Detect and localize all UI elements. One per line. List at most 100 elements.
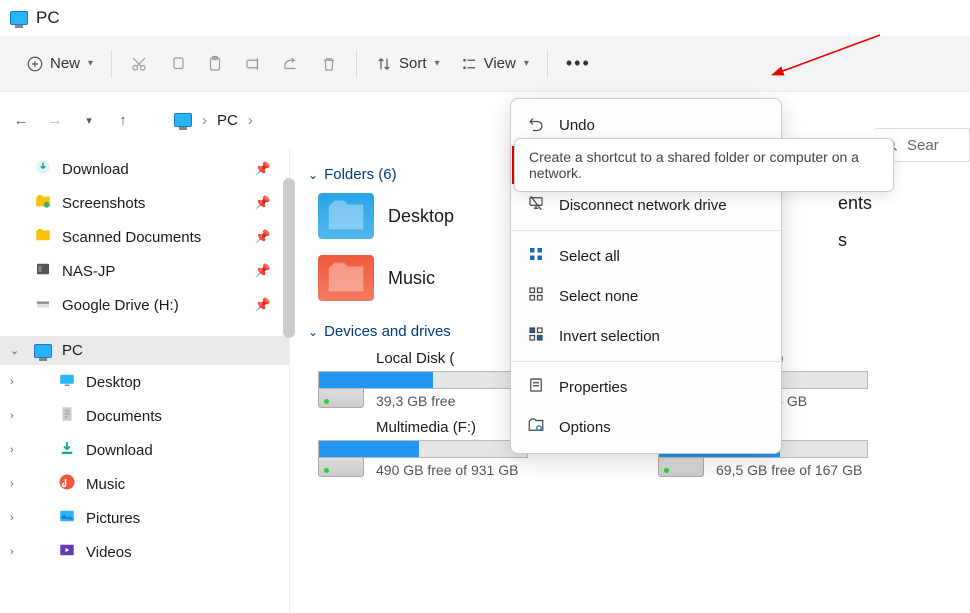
folder-tile-partial[interactable]: s [838,230,918,251]
download-icon [34,158,52,180]
chevron-right-icon[interactable]: › [10,444,14,456]
sidebar-pc-child[interactable]: › Desktop [0,365,289,399]
chevron-down-icon: ⌄ [308,168,318,182]
share-icon [282,55,300,73]
sidebar-pc-child[interactable]: › Videos [0,535,289,569]
sidebar-pc-child[interactable]: › Download [0,433,289,467]
cut-button[interactable] [120,49,158,79]
screenshots-icon [34,192,52,214]
menu-item-options[interactable]: Options [511,407,781,447]
pc-icon [10,11,28,25]
sidebar-item-label: Music [86,476,125,493]
sort-icon [375,55,393,73]
up-button[interactable]: ↑ [112,112,134,129]
pictures-icon [58,507,76,529]
chevron-right-icon[interactable]: › [10,478,14,490]
annotation-arrow [770,30,890,90]
sidebar-item-label: Pictures [86,510,140,527]
share-button[interactable] [272,49,310,79]
delete-button[interactable] [310,49,348,79]
sidebar-item-label: NAS-JP [62,263,115,280]
separator [111,50,112,78]
menu-item-properties[interactable]: Properties [511,367,781,407]
folders-header-label: Folders (6) [324,166,397,183]
menu-item-label: Select none [559,288,638,305]
menu-item-invert-selection[interactable]: Invert selection [511,316,781,356]
sidebar-item-label: Documents [86,408,162,425]
sidebar-quick-item[interactable]: Download 📌 [0,152,289,186]
disconnect-icon [527,194,545,216]
undo-icon [527,114,545,136]
menu-item-label: Options [559,419,611,436]
pc-icon [34,344,52,358]
folder-icon [318,255,374,301]
download2-icon [58,439,76,461]
sidebar-item-pc[interactable]: ⌄ PC [0,336,289,365]
sidebar-pc-child[interactable]: › Documents [0,399,289,433]
sidebar-item-label: Screenshots [62,195,145,212]
new-label: New [50,55,80,72]
selall-icon [527,245,545,267]
chevron-down-icon: ▾ [88,58,93,69]
sidebar-pc-child[interactable]: › Pictures [0,501,289,535]
sidebar-quick-item[interactable]: Google Drive (H:) 📌 [0,288,289,322]
pin-icon: 📌 [255,229,271,245]
menu-separator [511,361,781,362]
new-button[interactable]: New ▾ [16,49,103,79]
more-button[interactable]: ••• [556,47,601,80]
pin-icon: 📌 [255,195,271,211]
tooltip-text: Create a shortcut to a shared folder or … [529,149,859,181]
folder-tile-partial[interactable]: ents [838,193,918,214]
music-icon [58,473,76,495]
folder-label: s [838,230,847,251]
menu-item-label: Select all [559,248,620,265]
sidebar-item-label: Download [86,442,153,459]
gdrive-icon [34,294,52,316]
chevron-down-icon: ▾ [435,58,440,69]
paste-button[interactable] [196,49,234,79]
pc-icon [174,113,192,127]
plus-circle-icon [26,55,44,73]
back-button[interactable]: ← [10,112,32,129]
folder-label: Music [388,268,435,289]
menu-item-select-all[interactable]: Select all [511,236,781,276]
forward-button[interactable]: → [44,112,66,129]
sidebar-item-label: Google Drive (H:) [62,297,179,314]
folder-label: Desktop [388,206,454,227]
sidebar-pc-child[interactable]: › Music [0,467,289,501]
sidebar-item-label: Scanned Documents [62,229,201,246]
copy-icon [168,55,186,73]
folder-icon [318,193,374,239]
sidebar-quick-item[interactable]: NAS-JP 📌 [0,254,289,288]
chevron-right-icon[interactable]: › [10,410,14,422]
breadcrumb-pc[interactable]: PC [217,112,238,129]
chevron-down-icon: ⌄ [308,325,318,339]
drive-usage-bar [318,371,528,389]
copy-button[interactable] [158,49,196,79]
chevron-down-icon[interactable]: ⌄ [10,344,19,357]
chevron-right-icon[interactable]: › [10,512,14,524]
search-placeholder: Sear [907,137,939,154]
separator [547,50,548,78]
chevron-down-icon: ▾ [524,58,529,69]
chevron-right-icon: › [248,112,253,129]
selinv-icon [527,325,545,347]
pin-icon: 📌 [255,263,271,279]
chevron-right-icon[interactable]: › [10,546,14,558]
view-button[interactable]: View ▾ [450,49,539,79]
sort-button[interactable]: Sort ▾ [365,49,450,79]
view-icon [460,55,478,73]
recent-chevron-icon[interactable]: ▾ [78,114,100,127]
paste-icon [206,55,224,73]
breadcrumb[interactable]: › PC › [164,108,263,133]
sidebar-quick-item[interactable]: Scanned Documents 📌 [0,220,289,254]
sidebar: Download 📌 Screenshots 📌 Scanned Documen… [0,148,290,613]
sidebar-quick-item[interactable]: Screenshots 📌 [0,186,289,220]
sidebar-item-label: Download [62,161,129,178]
selnone-icon [527,285,545,307]
rename-button[interactable] [234,49,272,79]
options-icon [527,416,545,438]
menu-item-select-none[interactable]: Select none [511,276,781,316]
chevron-right-icon[interactable]: › [10,376,14,388]
props-icon [527,376,545,398]
